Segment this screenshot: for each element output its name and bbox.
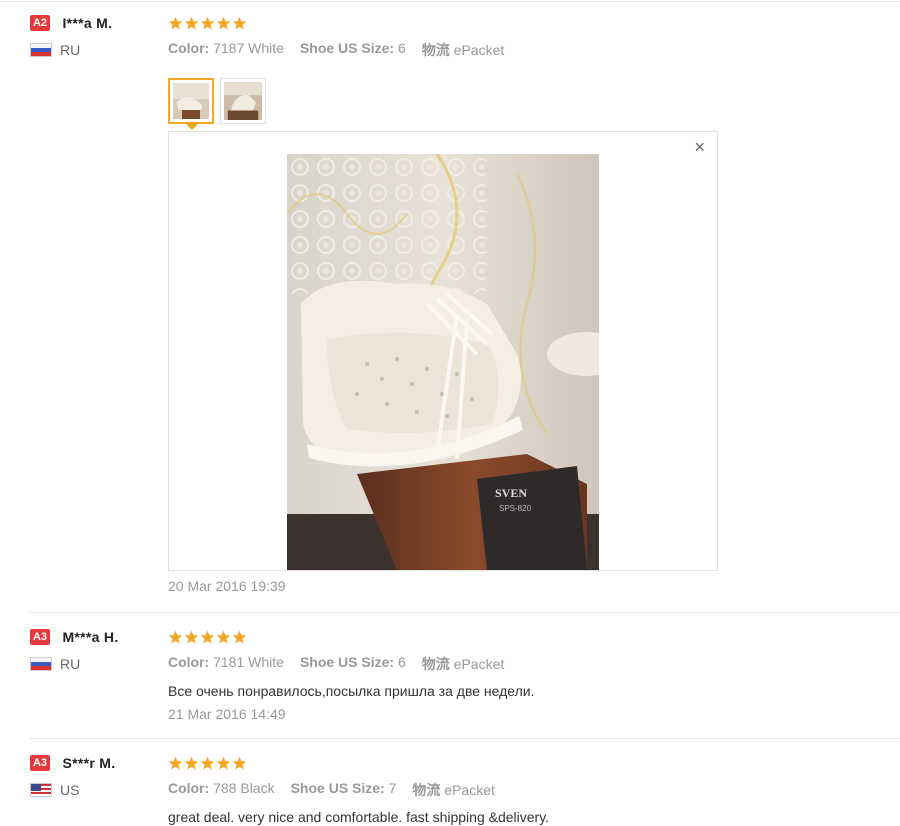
review-text: great deal. very nice and comfortable. f… [168, 809, 550, 825]
star-icon [232, 756, 247, 771]
review-text: Все очень понравилось,посылка пришла за … [168, 683, 535, 699]
star-icon [184, 630, 199, 645]
review-divider [30, 738, 900, 739]
star-icon [232, 16, 247, 31]
review-content: Color: 788 Black Shoe US Size: 7 物流 ePac… [168, 754, 888, 825]
review-date: 21 Mar 2016 14:49 [168, 706, 286, 722]
star-icon [200, 630, 215, 645]
star-icon [168, 756, 183, 771]
star-icon [184, 756, 199, 771]
star-icon [168, 16, 183, 31]
country-code: US [60, 782, 80, 798]
star-icon [232, 630, 247, 645]
star-rating [168, 14, 888, 32]
russia-flag-icon [30, 43, 52, 57]
reviewer-info: A3 S***r M. US [30, 754, 160, 798]
review-date: 20 Mar 2016 19:39 [168, 578, 286, 594]
us-flag-icon [30, 783, 52, 797]
reviewer-country: RU [30, 42, 160, 58]
speaker-brand-label: SVEN [495, 486, 527, 500]
star-icon [216, 756, 231, 771]
photo-thumbnail-2[interactable] [220, 78, 266, 124]
photo-viewer: × SVEN SPS-820 [168, 131, 718, 571]
star-icon [168, 630, 183, 645]
attr-shipping: 物流 ePacket [421, 656, 505, 672]
reviewer-info: A3 M***a H. RU [30, 628, 160, 672]
order-attributes: Color: 7187 White Shoe US Size: 6 物流 ePa… [168, 40, 888, 60]
star-rating [168, 754, 888, 772]
review-content: Color: 7187 White Shoe US Size: 6 物流 ePa… [168, 14, 888, 130]
reviewer-country: US [30, 782, 160, 798]
attr-shipping: 物流 ePacket [421, 42, 505, 58]
user-level-badge: A2 [30, 14, 50, 31]
review-photo[interactable]: SVEN SPS-820 [287, 154, 599, 570]
attr-color: Color: 7187 White [168, 40, 284, 56]
country-code: RU [60, 656, 81, 672]
star-icon [200, 756, 215, 771]
photo-thumbnail-1[interactable] [168, 78, 214, 130]
star-icon [216, 16, 231, 31]
order-attributes: Color: 7181 White Shoe US Size: 6 物流 ePa… [168, 654, 888, 674]
reviewer-name: I***a M. [62, 14, 113, 31]
top-divider [0, 1, 900, 2]
close-icon[interactable]: × [694, 138, 705, 156]
star-rating [168, 628, 888, 646]
star-icon [216, 630, 231, 645]
reviewer-info: A2 I***a M. RU [30, 14, 160, 58]
user-level-badge: A3 [30, 754, 50, 771]
review-content: Color: 7181 White Shoe US Size: 6 物流 ePa… [168, 628, 888, 722]
attr-size: Shoe US Size: 6 [299, 654, 406, 670]
attr-shipping: 物流 ePacket [412, 782, 495, 798]
attr-size: Shoe US Size: 6 [299, 40, 406, 56]
shoe-photo-thumbnail-icon [173, 83, 209, 119]
shoe-photo: SVEN SPS-820 [287, 154, 599, 570]
order-attributes: Color: 788 Black Shoe US Size: 7 物流 ePac… [168, 780, 888, 800]
country-code: RU [60, 42, 81, 58]
attr-color: Color: 788 Black [168, 780, 275, 796]
review-divider [30, 612, 900, 613]
star-icon [200, 16, 215, 31]
attr-color: Color: 7181 White [168, 654, 284, 670]
attr-size: Shoe US Size: 7 [290, 780, 397, 796]
reviewer-country: RU [30, 656, 160, 672]
star-icon [184, 16, 199, 31]
reviewer-name: M***a H. [62, 628, 119, 645]
user-level-badge: A3 [30, 628, 50, 645]
reviewer-name: S***r M. [62, 754, 116, 771]
review-photo-thumbnails [168, 78, 888, 130]
speaker-model-label: SPS-820 [499, 504, 532, 513]
russia-flag-icon [30, 657, 52, 671]
shoe-photo-thumbnail-icon [224, 82, 262, 120]
